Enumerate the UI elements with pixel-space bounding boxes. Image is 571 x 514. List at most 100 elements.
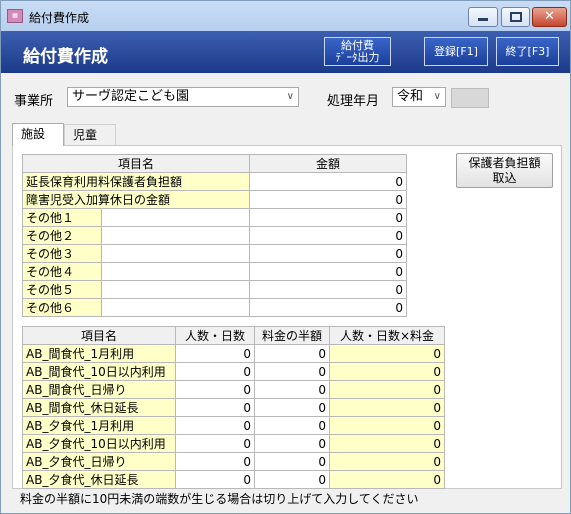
other-label: その他５: [23, 281, 101, 298]
column-header: 金額: [249, 154, 407, 173]
other-label: その他３: [23, 245, 101, 262]
year-month-field[interactable]: [451, 88, 489, 108]
table-row: AB_夕食代_休日延長 0 0 0: [22, 470, 445, 489]
item-name-cell: その他５: [22, 280, 250, 299]
item-name-cell: 延長保育利用料保護者負担額: [22, 172, 250, 191]
item-name-cell: その他１: [22, 208, 250, 227]
total-cell: 0: [329, 416, 445, 435]
item-name-cell: AB_間食代_1月利用: [22, 344, 176, 363]
half-fee-cell[interactable]: 0: [254, 452, 330, 471]
other-label: その他１: [23, 209, 101, 226]
table-row: AB_夕食代_1月利用 0 0 0: [22, 416, 445, 435]
half-fee-cell[interactable]: 0: [254, 344, 330, 363]
item-name-cell: AB_間食代_休日延長: [22, 398, 176, 417]
item-name-cell: AB_間食代_日帰り: [22, 380, 176, 399]
item-name-cell: AB_夕食代_日帰り: [22, 452, 176, 471]
item-name-cell: その他６: [22, 298, 250, 317]
chevron-down-icon: ∨: [286, 91, 294, 102]
office-label: 事業所: [14, 94, 54, 109]
page-title: 給付費作成: [23, 47, 108, 67]
item-name-cell: その他３: [22, 244, 250, 263]
half-fee-cell[interactable]: 0: [254, 362, 330, 381]
minimize-icon: [478, 18, 488, 21]
count-cell[interactable]: 0: [175, 344, 255, 363]
table-row: その他４ 0: [22, 262, 407, 281]
count-cell[interactable]: 0: [175, 416, 255, 435]
rounding-note: 料金の半額に10円未満の端数が生じる場合は切り上げて入力してください: [20, 492, 419, 506]
main-window: ▦ 給付費作成 ✕ 給付費作成 給付費 ﾃﾞｰﾀ出力 登録[F1] 終了[F3]…: [0, 0, 571, 514]
other-name-input[interactable]: [101, 209, 249, 226]
tab-facility[interactable]: 施設: [12, 123, 64, 146]
window-title: 給付費作成: [29, 11, 90, 25]
period-label: 処理年月: [327, 94, 380, 109]
other-name-input[interactable]: [101, 281, 249, 298]
count-cell[interactable]: 0: [175, 362, 255, 381]
table-row: その他５ 0: [22, 280, 407, 299]
amount-cell[interactable]: 0: [249, 190, 407, 209]
count-cell[interactable]: 0: [175, 470, 255, 489]
table-row: その他１ 0: [22, 208, 407, 227]
table-row: 延長保育利用料保護者負担額 0: [22, 172, 407, 191]
office-select[interactable]: サーヴ認定こども園 ∨: [67, 87, 299, 107]
column-header: 人数・日数×料金: [329, 326, 445, 345]
import-button-line2: 取込: [492, 171, 517, 185]
column-header: 料金の半額: [254, 326, 330, 345]
half-fee-cell[interactable]: 0: [254, 416, 330, 435]
close-icon: ✕: [544, 9, 555, 24]
amount-cell[interactable]: 0: [249, 262, 407, 281]
table-row: AB_間食代_日帰り 0 0 0: [22, 380, 445, 399]
amount-table: 項目名 金額 延長保育利用料保護者負担額 0 障害児受入加算休日の金額 0 その…: [22, 154, 407, 317]
office-value: サーヴ認定こども園: [72, 89, 190, 104]
maximize-icon: [510, 12, 522, 22]
table-row: AB_夕食代_日帰り 0 0 0: [22, 452, 445, 471]
other-name-input[interactable]: [101, 263, 249, 280]
amount-cell[interactable]: 0: [249, 280, 407, 299]
table-row: その他３ 0: [22, 244, 407, 263]
import-button-line1: 保護者負担額: [468, 156, 541, 170]
table-row: その他２ 0: [22, 226, 407, 245]
exit-button[interactable]: 終了[F3]: [496, 37, 559, 66]
half-fee-cell[interactable]: 0: [254, 398, 330, 417]
item-name-cell: その他２: [22, 226, 250, 245]
amount-cell[interactable]: 0: [249, 172, 407, 191]
table-row: AB_間食代_10日以内利用 0 0 0: [22, 362, 445, 381]
amount-cell[interactable]: 0: [249, 244, 407, 263]
total-cell: 0: [329, 380, 445, 399]
half-fee-cell[interactable]: 0: [254, 434, 330, 453]
table-row: AB_間食代_1月利用 0 0 0: [22, 344, 445, 363]
column-header: 項目名: [22, 326, 176, 345]
count-cell[interactable]: 0: [175, 380, 255, 399]
item-name-cell: AB_間食代_10日以内利用: [22, 362, 176, 381]
amount-cell[interactable]: 0: [249, 298, 407, 317]
total-cell: 0: [329, 434, 445, 453]
export-label-line2: ﾃﾞｰﾀ出力: [335, 51, 380, 64]
app-icon: ▦: [7, 9, 23, 23]
minimize-button[interactable]: [468, 7, 498, 27]
other-name-input[interactable]: [101, 245, 249, 262]
total-cell: 0: [329, 344, 445, 363]
amount-cell[interactable]: 0: [249, 226, 407, 245]
title-bar[interactable]: ▦ 給付費作成 ✕: [1, 1, 570, 31]
import-guardian-burden-button[interactable]: 保護者負担額 取込: [456, 153, 553, 188]
table-row: AB_間食代_休日延長 0 0 0: [22, 398, 445, 417]
half-fee-cell[interactable]: 0: [254, 470, 330, 489]
column-header: 項目名: [22, 154, 250, 173]
other-name-input[interactable]: [101, 227, 249, 244]
export-data-button[interactable]: 給付費 ﾃﾞｰﾀ出力: [324, 37, 391, 66]
table-row: その他６ 0: [22, 298, 407, 317]
half-fee-cell[interactable]: 0: [254, 380, 330, 399]
tab-children[interactable]: 児童: [64, 124, 116, 145]
total-cell: 0: [329, 452, 445, 471]
close-window-button[interactable]: ✕: [532, 7, 567, 27]
count-cell[interactable]: 0: [175, 434, 255, 453]
amount-cell[interactable]: 0: [249, 208, 407, 227]
era-select[interactable]: 令和 ∨: [392, 87, 446, 107]
other-name-input[interactable]: [101, 299, 249, 316]
count-cell[interactable]: 0: [175, 398, 255, 417]
total-cell: 0: [329, 398, 445, 417]
count-cell[interactable]: 0: [175, 452, 255, 471]
register-button[interactable]: 登録[F1]: [424, 37, 488, 66]
table-row: 障害児受入加算休日の金額 0: [22, 190, 407, 209]
maximize-button[interactable]: [501, 7, 530, 27]
header-band: 給付費作成 給付費 ﾃﾞｰﾀ出力 登録[F1] 終了[F3]: [1, 31, 570, 73]
